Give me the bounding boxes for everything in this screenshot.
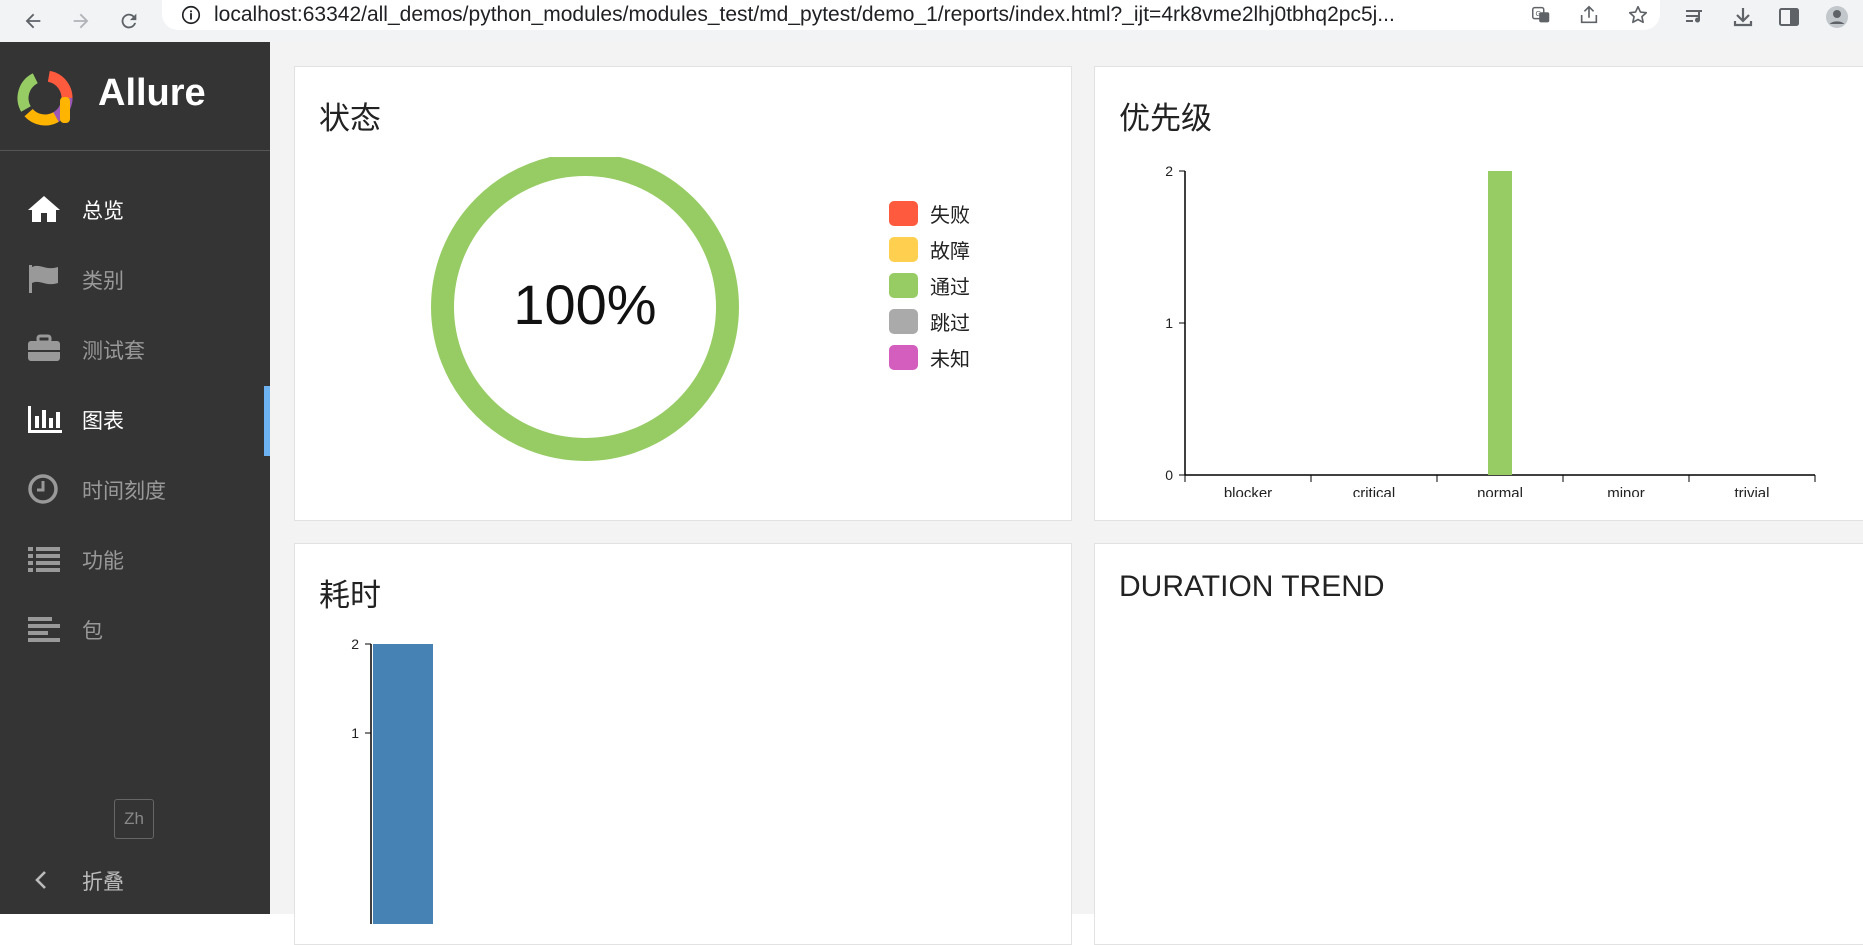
legend-swatch xyxy=(889,344,918,370)
legend-label: 失败 xyxy=(930,202,970,227)
legend-swatch xyxy=(889,308,918,334)
reload-button[interactable] xyxy=(114,6,144,36)
home-icon xyxy=(28,196,60,222)
legend-item-broken[interactable]: 故障 xyxy=(889,231,970,267)
duration-bar xyxy=(373,644,433,924)
sidebar-item-label: 包 xyxy=(82,619,103,643)
x-tick-label: blocker xyxy=(1224,485,1272,497)
sidebar-item-categories[interactable]: 类别 xyxy=(0,246,270,312)
profile-button[interactable] xyxy=(1822,2,1852,32)
legend-swatch xyxy=(889,236,918,262)
legend-label: 故障 xyxy=(930,238,970,263)
url-path: :63342/all_demos/python_modules/modules_… xyxy=(296,3,1395,26)
severity-bar-chart: 0 1 2 blocker critical normal minor trivial xyxy=(1165,163,1816,497)
sidebar-item-label: 功能 xyxy=(82,549,124,573)
duration-bar-chart: 12 xyxy=(351,636,433,924)
x-tick-label: critical xyxy=(1353,485,1396,497)
info-icon[interactable] xyxy=(180,4,202,26)
status-legend: 失败 故障 通过 跳过 未知 xyxy=(889,195,970,375)
sidebar-item-label: 图表 xyxy=(82,409,124,433)
forward-button[interactable] xyxy=(66,6,96,36)
sidebar-item-graphs[interactable]: 图表 xyxy=(0,386,270,456)
legend-label: 未知 xyxy=(930,346,970,371)
sidebar-item-label: 总览 xyxy=(82,199,124,223)
y-tick-label: 2 xyxy=(351,636,359,652)
sidebar-item-label: 测试套 xyxy=(82,339,145,363)
collapse-label: 折叠 xyxy=(82,870,124,894)
download-icon xyxy=(1733,8,1753,27)
sidebar-item-suites[interactable]: 测试套 xyxy=(0,316,270,382)
flag-icon xyxy=(29,265,58,293)
sidebar-item-overview[interactable]: 总览 xyxy=(0,176,270,242)
legend-item-skipped[interactable]: 跳过 xyxy=(889,303,970,339)
side-panel-button[interactable] xyxy=(1774,2,1804,32)
sidebar: Allure 总览 类别 测试套 图表 时间刻度 功能 包 Zh 折叠 xyxy=(0,42,270,914)
x-tick-label: minor xyxy=(1607,485,1645,497)
sidebar-item-behaviors[interactable]: 功能 xyxy=(0,526,270,592)
translate-button[interactable]: G xyxy=(1528,2,1554,28)
reload-icon xyxy=(121,13,137,29)
side-panel-icon xyxy=(1779,8,1799,26)
translate-icon: G xyxy=(1532,6,1550,23)
legend-item-passed[interactable]: 通过 xyxy=(889,267,970,303)
back-button[interactable] xyxy=(18,6,48,36)
status-donut-chart: 100% xyxy=(431,157,739,461)
duration-widget: 耗时 12 xyxy=(294,543,1072,945)
y-tick-label: 1 xyxy=(351,725,359,741)
widget-title: 优先级 xyxy=(1119,101,1212,137)
bar-chart-icon xyxy=(28,406,62,433)
star-icon xyxy=(1628,5,1648,24)
duration-trend-widget: DURATION TREND xyxy=(1094,543,1863,945)
profile-icon xyxy=(1826,6,1848,28)
clock-icon xyxy=(28,474,58,504)
legend-label: 跳过 xyxy=(930,310,970,335)
browser-toolbar: localhost:63342/all_demos/python_modules… xyxy=(0,0,1863,43)
legend-item-failed[interactable]: 失败 xyxy=(889,195,970,231)
status-widget: 状态 100% 失败 故障 通过 跳过 未知 xyxy=(294,66,1072,521)
bookmark-button[interactable] xyxy=(1625,2,1651,28)
legend-swatch xyxy=(889,200,918,226)
address-bar[interactable]: localhost:63342/all_demos/python_modules… xyxy=(162,0,1660,30)
severity-bar-normal xyxy=(1488,171,1512,475)
legend-item-unknown[interactable]: 未知 xyxy=(889,339,970,375)
allure-logo-icon xyxy=(17,70,73,126)
status-percent-label: 100% xyxy=(513,273,656,336)
x-tick-label: trivial xyxy=(1734,485,1769,497)
briefcase-icon xyxy=(28,334,60,361)
share-icon xyxy=(1580,5,1598,24)
sidebar-item-label: 时间刻度 xyxy=(82,479,166,503)
x-tick-label: normal xyxy=(1477,485,1523,497)
media-button[interactable] xyxy=(1680,2,1710,32)
sidebar-item-packages[interactable]: 包 xyxy=(0,596,270,662)
y-tick-label: 2 xyxy=(1165,163,1173,179)
collapse-button[interactable]: 折叠 xyxy=(0,854,270,904)
y-tick-label: 0 xyxy=(1165,467,1173,483)
language-button[interactable]: Zh xyxy=(114,799,154,839)
widget-title: 状态 xyxy=(319,101,381,137)
downloads-button[interactable] xyxy=(1728,2,1758,32)
svg-text:G: G xyxy=(1536,9,1542,18)
chevron-left-icon xyxy=(35,871,46,889)
severity-widget: 优先级 0 1 2 blocker critical normal minor trivial xyxy=(1094,66,1863,521)
url-text[interactable]: localhost:63342/all_demos/python_modules… xyxy=(214,3,1395,27)
brand[interactable]: Allure xyxy=(0,42,270,151)
url-host: localhost xyxy=(214,3,297,26)
arrow-right-icon xyxy=(73,13,89,29)
align-left-icon xyxy=(28,617,60,642)
list-icon xyxy=(28,547,60,572)
share-button[interactable] xyxy=(1576,2,1602,28)
legend-swatch xyxy=(889,272,918,298)
sidebar-item-label: 类别 xyxy=(82,269,124,293)
sidebar-item-timeline[interactable]: 时间刻度 xyxy=(0,456,270,522)
arrow-left-icon xyxy=(25,13,41,29)
media-control-icon xyxy=(1686,10,1702,23)
widget-title: DURATION TREND xyxy=(1119,570,1385,603)
legend-label: 通过 xyxy=(930,274,970,299)
main-content: 状态 100% 失败 故障 通过 跳过 未知 优先级 0 1 2 blocker… xyxy=(270,42,1863,945)
y-tick-label: 1 xyxy=(1165,315,1173,331)
app-name: Allure xyxy=(98,72,206,114)
widget-title: 耗时 xyxy=(319,578,381,614)
